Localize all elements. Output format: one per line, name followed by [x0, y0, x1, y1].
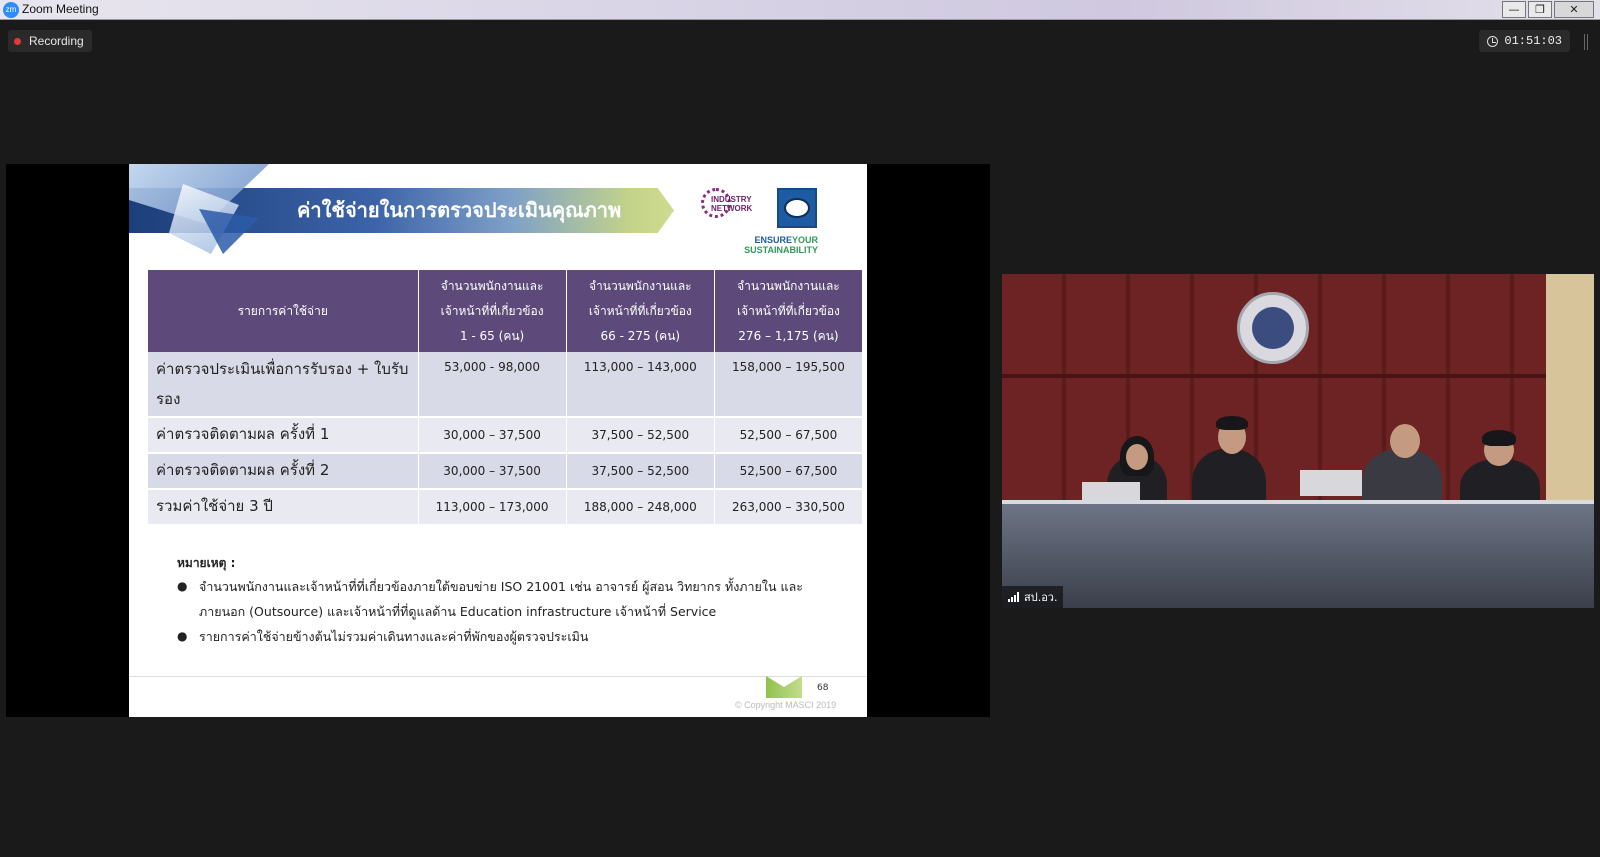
window-controls: — ❐ ✕: [1502, 1, 1594, 18]
masci-footer-logo: [766, 676, 802, 698]
emblem-icon: [1237, 292, 1309, 364]
header-col-2: จำนวนพนักงานและ เจ้าหน้าที่ที่เกี่ยวข้อง…: [566, 270, 715, 352]
tagline-ensure: ENSURE: [754, 235, 792, 245]
tagline-your: YOUR: [791, 235, 818, 245]
header-item: รายการค่าใช้จ่าย: [148, 270, 419, 352]
cell-col-1: 30,000 – 37,500: [418, 417, 567, 454]
zoom-app-icon: zm: [3, 2, 19, 18]
meeting-timer: 01:51:03: [1479, 30, 1570, 52]
recording-dot-icon: [14, 37, 21, 45]
window-title: Zoom Meeting: [22, 2, 99, 16]
cell-col-2: 113,000 – 143,000: [566, 352, 715, 418]
table-row: ค่าตรวจประเมินเพื่อการรับรอง + ใบรับรอง …: [148, 352, 862, 418]
participant-video[interactable]: สป.อว.: [1002, 274, 1594, 608]
row-label: รวมค่าใช้จ่าย 3 ปี: [148, 489, 419, 526]
note-text: จำนวนพนักงานและเจ้าหน้าที่ที่เกี่ยวข้องภ…: [199, 579, 803, 619]
note-item: ● จำนวนพนักงานและเจ้าหน้าที่ที่เกี่ยวข้อ…: [177, 574, 827, 624]
tagline: ENSUREYOUR SUSTAINABILITY: [744, 235, 818, 255]
recording-label: Recording: [29, 34, 84, 48]
cell-col-1: 30,000 – 37,500: [418, 453, 567, 490]
notes-title: หมายเหตุ :: [177, 556, 236, 570]
copyright-text: © Copyright MASCI 2019: [735, 700, 837, 710]
cell-col-1: 53,000 - 98,000: [418, 352, 567, 418]
tagline-sustainability: SUSTAINABILITY: [744, 245, 818, 255]
cell-col-3: 263,000 – 330,500: [714, 489, 862, 526]
slide-title: ค่าใช้จ่ายในการตรวจประเมินคุณภาพ: [297, 198, 622, 222]
note-text: รายการค่าใช้จ่ายข้างต้นไม่รวมค่าเดินทางแ…: [199, 629, 589, 644]
laptop: [1300, 470, 1362, 496]
table-row: รวมค่าใช้จ่าย 3 ปี 113,000 – 173,000 188…: [148, 489, 862, 526]
timer-value: 01:51:03: [1504, 34, 1562, 48]
desk: [1002, 504, 1594, 608]
clock-icon: [1487, 35, 1499, 47]
page-number: 68: [817, 683, 829, 693]
industry-network-logo: INDUSTRY NETWORK: [697, 184, 757, 234]
close-button[interactable]: ✕: [1554, 1, 1594, 18]
row-label: ค่าตรวจติดตามผล ครั้งที่ 2: [148, 453, 419, 490]
cell-col-1: 113,000 – 173,000: [418, 489, 567, 526]
row-label: ค่าตรวจประเมินเพื่อการรับรอง + ใบรับรอง: [148, 352, 419, 418]
participant-nameplate: สป.อว.: [1002, 586, 1064, 608]
shared-slide: ค่าใช้จ่ายในการตรวจประเมินคุณภาพ INDUSTR…: [129, 164, 867, 717]
table-header-row: รายการค่าใช้จ่าย จำนวนพนักงานและ เจ้าหน้…: [148, 270, 862, 352]
window-titlebar[interactable]: zm Zoom Meeting — ❐ ✕: [0, 0, 1600, 20]
cell-col-2: 37,500 – 52,500: [566, 453, 715, 490]
header-col-3: จำนวนพนักงานและ เจ้าหน้าที่ที่เกี่ยวข้อง…: [714, 270, 862, 352]
maximize-button[interactable]: ❐: [1528, 1, 1552, 18]
table-row: ค่าตรวจติดตามผล ครั้งที่ 1 30,000 – 37,5…: [148, 417, 862, 454]
cell-col-2: 188,000 – 248,000: [566, 489, 715, 526]
cell-col-3: 158,000 – 195,500: [714, 352, 862, 418]
row-label: ค่าตรวจติดตามผล ครั้งที่ 1: [148, 417, 419, 454]
header-col-1: จำนวนพนักงานและ เจ้าหน้าที่ที่เกี่ยวข้อง…: [418, 270, 567, 352]
footer-divider: [129, 676, 867, 677]
signal-strength-icon: [1008, 592, 1019, 602]
bullet-icon: ●: [177, 629, 188, 643]
minimize-button[interactable]: —: [1502, 1, 1526, 18]
panel-resize-handle[interactable]: [1584, 34, 1588, 50]
masci-logo: [777, 188, 817, 228]
cell-col-3: 52,500 – 67,500: [714, 417, 862, 454]
laptop: [1082, 482, 1140, 500]
cost-table: รายการค่าใช้จ่าย จำนวนพนักงานและ เจ้าหน้…: [148, 270, 862, 526]
cell-col-2: 37,500 – 52,500: [566, 417, 715, 454]
note-item: ● รายการค่าใช้จ่ายข้างต้นไม่รวมค่าเดินทา…: [177, 624, 827, 649]
participant-name: สป.อว.: [1024, 591, 1058, 604]
recording-indicator[interactable]: Recording: [8, 30, 92, 52]
industry-network-text: INDUSTRY NETWORK: [711, 195, 753, 213]
cell-col-3: 52,500 – 67,500: [714, 453, 862, 490]
bullet-icon: ●: [177, 579, 188, 593]
table-row: ค่าตรวจติดตามผล ครั้งที่ 2 30,000 – 37,5…: [148, 453, 862, 490]
